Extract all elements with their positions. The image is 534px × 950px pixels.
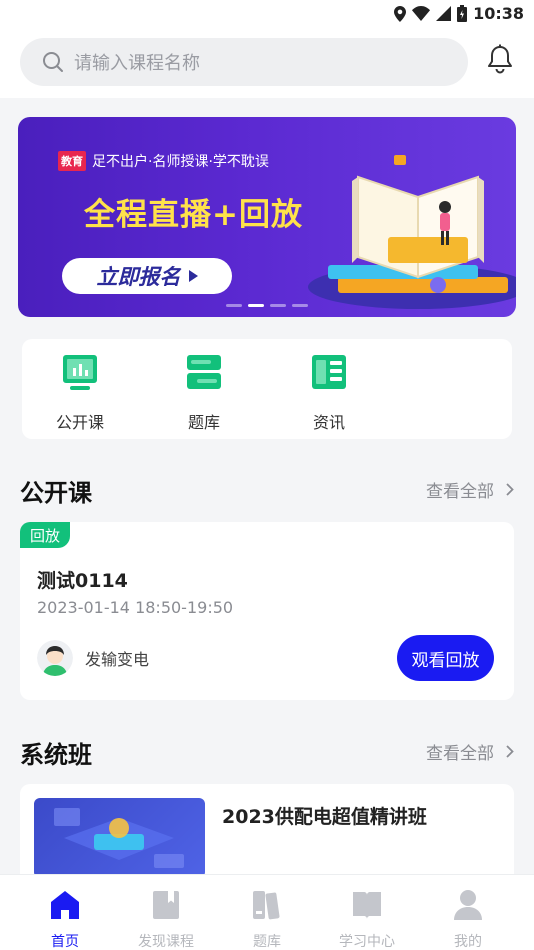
quick-link-question-bank[interactable]: 题库 <box>164 353 244 433</box>
battery-icon <box>457 5 468 22</box>
quick-link-open-course[interactable]: 公开课 <box>40 353 120 433</box>
banner-dot[interactable] <box>226 304 242 307</box>
banner-dot[interactable] <box>292 304 308 307</box>
open-book-illustration <box>308 155 516 309</box>
banner-tagline-row: 教育 足不出户·名师授课·学不耽误 <box>58 151 269 171</box>
course-title: 测试0114 <box>37 570 128 592</box>
status-bar: 10:38 <box>0 0 534 28</box>
quick-link-label: 资讯 <box>312 413 345 432</box>
notification-bell-icon[interactable] <box>486 44 514 78</box>
banner-dot-active[interactable] <box>248 304 264 307</box>
quick-link-label: 公开课 <box>55 413 104 432</box>
banner-pagination <box>226 304 308 307</box>
course-datetime: 2023-01-14 18:50-19:50 <box>37 598 234 617</box>
quick-link-news[interactable]: 资讯 <box>289 353 369 433</box>
open-book-icon <box>353 892 381 919</box>
promo-banner[interactable]: 教育 足不出户·名师授课·学不耽误 全程直播+回放 立即报名 <box>18 117 516 317</box>
section-title: 系统班 <box>20 741 92 769</box>
user-icon <box>454 890 482 920</box>
location-icon <box>394 5 407 22</box>
view-all-link[interactable]: 查看全部 <box>426 739 514 764</box>
teacher-info: 发输变电 <box>37 640 149 676</box>
play-triangle-icon <box>188 270 198 282</box>
chevron-right-icon <box>506 745 514 758</box>
banner-cta-label: 立即报名 <box>96 265 181 289</box>
status-time: 10:38 <box>473 4 524 23</box>
quick-link-label: 题库 <box>187 413 220 432</box>
tab-label: 首页 <box>51 934 79 950</box>
question-bank-icon <box>187 355 221 389</box>
tab-mine[interactable]: 我的 <box>423 889 513 950</box>
system-class-card[interactable]: 2023供配电超值精讲班 <box>20 784 514 874</box>
bookmark-icon <box>153 891 179 919</box>
open-courses-header: 公开课 查看全部 <box>20 473 514 507</box>
wifi-icon <box>412 6 431 21</box>
tab-label: 题库 <box>253 934 281 950</box>
teacher-name: 发输变电 <box>85 650 150 669</box>
search-placeholder: 请输入课程名称 <box>74 53 200 74</box>
news-icon <box>312 355 346 389</box>
banner-signup-button[interactable]: 立即报名 <box>62 258 232 294</box>
tab-question-bank[interactable]: 题库 <box>222 889 312 950</box>
banner-headline: 全程直播+回放 <box>84 197 303 233</box>
banner-badge: 教育 <box>58 151 86 171</box>
view-all-link[interactable]: 查看全部 <box>426 477 514 502</box>
avatar <box>37 640 73 676</box>
banner-tagline: 足不出户·名师授课·学不耽误 <box>92 154 269 170</box>
bottom-tab-bar: 首页 发现课程 题库 学习中心 我的 <box>0 874 534 950</box>
search-icon <box>43 52 63 72</box>
section-title: 公开课 <box>20 479 92 507</box>
chevron-right-icon <box>506 483 514 496</box>
view-all-label: 查看全部 <box>426 744 494 764</box>
signal-icon <box>436 6 452 21</box>
replay-tag: 回放 <box>20 522 70 548</box>
class-thumbnail-illustration <box>54 808 184 868</box>
top-bar: 请输入课程名称 <box>0 28 534 98</box>
open-course-card[interactable]: 回放 测试0114 2023-01-14 18:50-19:50 发输变电 观看… <box>20 522 514 700</box>
tab-discover-courses[interactable]: 发现课程 <box>121 889 211 950</box>
tab-label: 发现课程 <box>138 934 194 950</box>
banner-dot[interactable] <box>270 304 286 307</box>
tab-label: 学习中心 <box>339 934 395 950</box>
tab-learning-center[interactable]: 学习中心 <box>322 889 412 950</box>
quick-links-panel: 公开课 题库 资讯 <box>22 339 512 439</box>
status-icons: 10:38 <box>394 4 524 23</box>
monitor-chart-icon <box>63 355 97 390</box>
books-icon <box>253 891 280 920</box>
watch-replay-button[interactable]: 观看回放 <box>397 635 494 681</box>
view-all-label: 查看全部 <box>426 482 494 502</box>
home-icon <box>51 891 79 919</box>
class-title: 2023供配电超值精讲班 <box>222 806 427 828</box>
class-thumbnail <box>34 798 205 874</box>
search-input[interactable]: 请输入课程名称 <box>20 38 468 86</box>
system-classes-header: 系统班 查看全部 <box>20 735 514 769</box>
tab-home[interactable]: 首页 <box>20 889 110 950</box>
tab-label: 我的 <box>454 934 482 950</box>
